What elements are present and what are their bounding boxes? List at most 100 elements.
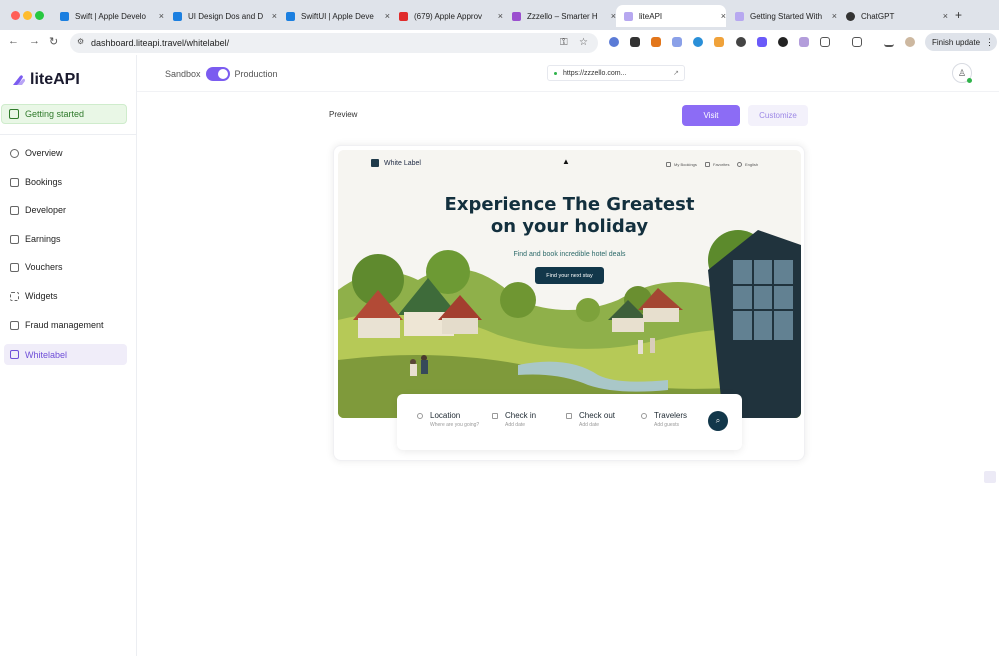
address-bar[interactable]: ⚙ dashboard.liteapi.travel/whitelabel/ ⚿… [70,33,598,53]
external-link-icon[interactable]: ↗ [673,69,679,77]
user-avatar[interactable]: ♙ [952,63,972,83]
sidebar-item-developer[interactable]: Developer [4,200,127,220]
site-url-link[interactable]: https://zzzello.com... ↗ [547,65,685,81]
calendar-icon [492,413,498,419]
extension-icon[interactable] [757,37,767,47]
extension-icon[interactable] [609,37,619,47]
preview-heading: Preview [329,110,358,119]
extension-icon[interactable] [714,37,724,47]
extension-icon[interactable] [630,37,640,47]
reload-icon[interactable]: ↻ [49,35,58,48]
environment-toggle: Sandbox Production [165,67,278,81]
preview-headline: Experience The Greatest [444,194,695,215]
sidebar-item-bookings[interactable]: Bookings [4,172,127,192]
extension-icon[interactable] [736,37,746,47]
side-panel-icon[interactable] [984,471,996,483]
earnings-icon [10,234,19,244]
hero-landscape-illustration [338,150,801,418]
search-field-hint: Add date [505,422,526,428]
extension-icon[interactable] [672,37,682,47]
tab-favicon-icon [173,11,182,21]
production-label: Production [234,69,278,79]
sidebar-item-label: Bookings [25,177,63,187]
visit-button[interactable]: Visit [682,105,740,126]
tab-favicon-icon [512,11,521,21]
browser-tab[interactable]: UI Design Dos and D × [165,5,277,27]
status-dot-icon [554,71,557,75]
sandbox-label: Sandbox [165,69,201,79]
calendar-icon [566,413,572,419]
preview-menu-label: Favorites [713,162,730,167]
environment-switch[interactable] [205,67,230,81]
tab-title: Zzzello – Smarter H [527,11,598,21]
browser-tab-active[interactable]: liteAPI × [616,5,726,27]
tab-close-icon[interactable]: × [943,11,948,21]
widgets-icon [10,291,19,301]
sidebar-item-vouchers[interactable]: Vouchers [4,257,127,277]
tab-close-icon[interactable]: × [832,11,837,21]
sidebar-item-earnings[interactable]: Earnings [4,229,127,249]
customize-button[interactable]: Customize [748,105,808,126]
metamask-icon[interactable] [651,37,661,47]
extension-icon[interactable] [693,37,703,47]
extension-icon[interactable] [799,37,809,47]
zoom-window-button[interactable] [35,11,44,20]
search-field-hint: Where are you going? [430,422,480,428]
globe-icon [737,162,742,167]
preview-search-bar: Location Where are you going? Check in Add… [397,394,742,450]
heart-icon [705,162,710,167]
back-icon[interactable]: ← [8,35,19,47]
browser-menu-icon[interactable]: ⋮ [985,37,994,48]
tab-close-icon[interactable]: × [385,11,390,21]
liteapi-logo[interactable]: liteAPI [12,71,80,89]
close-window-button[interactable] [11,11,20,20]
extension-icon[interactable] [778,37,788,47]
tab-close-icon[interactable]: × [159,11,164,21]
search-field-title: Check in [505,411,537,420]
minimize-window-button[interactable] [23,11,32,20]
tab-title: SwiftUI | Apple Deve [301,11,374,21]
bookings-icon [666,162,671,167]
sidebar-item-fraud-management[interactable]: Fraud management [4,315,127,335]
sidebar-item-widgets[interactable]: Widgets [4,286,127,306]
media-control-icon[interactable] [884,37,894,47]
tab-close-icon[interactable]: × [721,11,726,21]
overview-icon [10,148,19,158]
sidebar-item-whitelabel[interactable]: Whitelabel [4,344,127,365]
forward-icon[interactable]: → [29,35,40,47]
mouse-cursor-icon: ▲ [562,157,570,166]
preview-menu-label: English [745,162,759,167]
bookmark-star-icon[interactable]: ☆ [579,37,588,48]
getting-started-button[interactable]: Getting started [1,104,127,124]
tab-close-icon[interactable]: × [272,11,277,21]
tab-title: (679) Apple Approv [414,11,483,21]
preview-menu-label: My Bookings [674,162,697,167]
browser-tab[interactable]: ChatGPT × [838,5,948,27]
browser-tab[interactable]: Swift | Apple Develo × [52,5,164,27]
top-bar: Sandbox Production https://zzzello.com..… [137,55,999,92]
preview-card: White Label My Bookings Favorites Englis… [333,145,805,461]
new-tab-button[interactable]: + [955,8,962,22]
sidebar-item-overview[interactable]: Overview [4,143,127,163]
finish-update-button[interactable]: Finish update ⋮ [925,33,997,51]
browser-tab[interactable]: Zzzello – Smarter H × [504,5,616,27]
liteapi-logo-icon [13,75,25,85]
key-icon[interactable]: ⚿ [560,37,568,48]
browser-tab[interactable]: (679) Apple Approv × [391,5,503,27]
site-info-icon[interactable]: ⚙ [77,37,84,46]
extensions-puzzle-icon[interactable] [820,37,830,47]
profile-avatar-icon[interactable] [905,37,915,47]
tab-search-icon[interactable] [852,37,862,47]
logo-text: liteAPI [30,71,80,88]
sidebar-item-label: Overview [25,148,63,158]
browser-tab[interactable]: Getting Started With × [727,5,837,27]
search-location-field: Location Where are you going? [417,411,479,428]
tab-title: Getting Started With [750,11,823,21]
browser-tab[interactable]: SwiftUI | Apple Deve × [278,5,390,27]
tab-close-icon[interactable]: × [498,11,503,21]
search-field-hint: Add date [579,422,600,428]
checklist-icon [9,109,19,119]
sidebar-item-label: Earnings [25,234,61,244]
search-field-title: Location [430,411,461,420]
browser-toolbar: ← → ↻ ⚙ dashboard.liteapi.travel/whitela… [0,30,999,55]
